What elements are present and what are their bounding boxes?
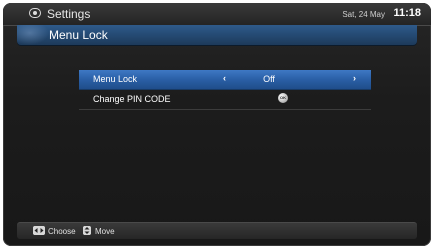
menu-item-label: Change PIN CODE (93, 94, 171, 104)
top-bar: Settings Sat, 24 May 11:18 (3, 3, 431, 26)
hint-choose-label: Choose (48, 227, 76, 236)
left-right-arrows-icon (33, 226, 45, 235)
chevron-right-icon[interactable]: › (353, 73, 356, 83)
menu-item-menu-lock[interactable]: Menu Lock ‹ Off › (79, 70, 371, 90)
page-title: Menu Lock (49, 28, 108, 42)
page-title-bar: Menu Lock (17, 25, 417, 45)
title-bar-glow (17, 25, 49, 45)
settings-icon (29, 8, 41, 18)
menu-item-label: Menu Lock (93, 74, 138, 84)
menu-lock-value: Off (263, 74, 275, 84)
tv-screen: Settings Sat, 24 May 11:18 Menu Lock Men… (3, 3, 431, 246)
app-title: Settings (47, 7, 91, 21)
date-label: Sat, 24 May (342, 10, 385, 19)
ok-button-icon[interactable]: OK (278, 93, 288, 103)
up-down-arrows-icon (83, 226, 91, 235)
hint-bar: Choose Move (17, 222, 417, 239)
clock-label: 11:18 (393, 7, 421, 19)
menu-list: Menu Lock ‹ Off › Change PIN CODE OK (79, 70, 371, 110)
chevron-left-icon[interactable]: ‹ (223, 73, 226, 83)
menu-item-change-pin-code[interactable]: Change PIN CODE OK (79, 90, 371, 110)
hint-move-label: Move (95, 227, 115, 236)
